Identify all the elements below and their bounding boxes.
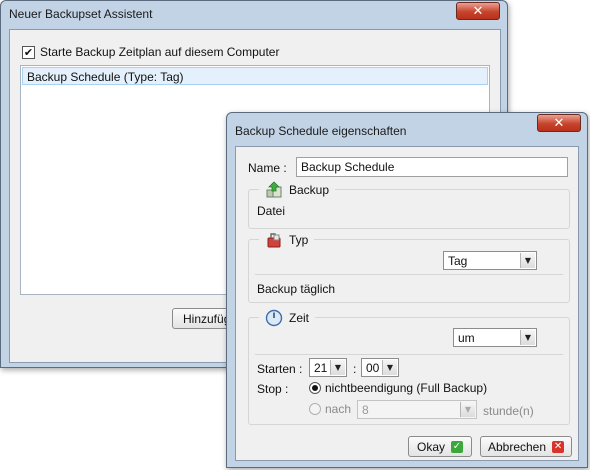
cancel-button-label: Abbrechen bbox=[487, 439, 547, 454]
schedule-name-input[interactable]: Backup Schedule bbox=[296, 157, 568, 177]
cancel-icon: ✕ bbox=[552, 440, 565, 453]
name-label: Name : bbox=[248, 161, 287, 175]
start-hour-value: 21 bbox=[314, 360, 328, 375]
type-description: Backup täglich bbox=[257, 282, 336, 296]
clock-icon bbox=[265, 309, 283, 327]
check-icon: ✓ bbox=[451, 440, 463, 453]
type-select[interactable]: Tag ▼ bbox=[443, 251, 537, 270]
run-schedule-label: Starte Backup Zeitplan auf diesem Comput… bbox=[40, 45, 280, 59]
cancel-button[interactable]: Abbrechen ✕ bbox=[480, 436, 572, 457]
stop-after-option[interactable]: nach bbox=[309, 402, 351, 416]
stop-after-hours-value: 8 bbox=[362, 402, 369, 417]
stop-never-label: nichtbeendigung (Full Backup) bbox=[325, 381, 488, 395]
stop-after-label: nach bbox=[325, 402, 352, 416]
chevron-down-icon[interactable]: ▼ bbox=[330, 360, 345, 375]
type-group-title: Typ bbox=[289, 233, 309, 247]
stop-never-option[interactable]: nichtbeendigung (Full Backup) bbox=[309, 381, 487, 395]
dialog-close-button[interactable]: ✕ bbox=[537, 114, 581, 132]
schedule-list-item[interactable]: Backup Schedule (Type: Tag) bbox=[22, 67, 488, 85]
run-schedule-checkbox[interactable]: ✔ bbox=[22, 45, 35, 59]
wizard-close-button[interactable]: ✕ bbox=[456, 2, 500, 20]
start-minute-value: 00 bbox=[366, 360, 380, 375]
backup-group-header: Backup bbox=[259, 181, 336, 199]
backup-group-title: Backup bbox=[289, 183, 330, 197]
okay-button-label: Okay bbox=[416, 439, 445, 454]
time-colon: : bbox=[353, 362, 357, 376]
time-group: Zeit um ▼ Starten : 21 ▼ : 00 ▼ Stop : n… bbox=[248, 309, 570, 425]
stop-after-radio[interactable] bbox=[309, 403, 321, 415]
stop-never-radio[interactable] bbox=[309, 382, 321, 394]
stop-after-hours-select[interactable]: 8 ▼ bbox=[357, 400, 477, 419]
wizard-window-title: Neuer Backupset Assistent bbox=[9, 7, 153, 21]
chevron-down-icon[interactable]: ▼ bbox=[460, 402, 475, 417]
type-separator bbox=[255, 274, 563, 275]
time-mode-select[interactable]: um ▼ bbox=[453, 328, 537, 347]
backup-group: Backup Datei bbox=[248, 181, 570, 229]
chevron-down-icon[interactable]: ▼ bbox=[382, 360, 397, 375]
type-group: Typ Tag ▼ Backup täglich bbox=[248, 231, 570, 303]
dialog-client-area: Name : Backup Schedule Backup Datei Typ … bbox=[235, 146, 579, 461]
type-icon bbox=[265, 231, 283, 249]
type-group-header: Typ bbox=[259, 231, 315, 249]
start-label: Starten : bbox=[257, 362, 303, 376]
type-select-value: Tag bbox=[448, 253, 468, 268]
time-mode-value: um bbox=[458, 330, 475, 345]
okay-button[interactable]: Okay ✓ bbox=[408, 436, 472, 457]
stop-after-unit: stunde(n) bbox=[483, 404, 534, 418]
time-group-title: Zeit bbox=[289, 311, 310, 325]
stop-label: Stop : bbox=[257, 382, 289, 396]
start-minute-select[interactable]: 00 ▼ bbox=[361, 358, 399, 377]
time-separator-line bbox=[255, 354, 563, 355]
dialog-title: Backup Schedule eigenschaften bbox=[235, 124, 407, 138]
start-hour-select[interactable]: 21 ▼ bbox=[309, 358, 347, 377]
schedule-properties-dialog: Backup Schedule eigenschaften ✕ Name : B… bbox=[226, 112, 588, 468]
backup-icon bbox=[265, 181, 283, 199]
chevron-down-icon[interactable]: ▼ bbox=[520, 330, 535, 345]
backup-source-value: Datei bbox=[257, 204, 286, 218]
run-schedule-option[interactable]: ✔ Starte Backup Zeitplan auf diesem Comp… bbox=[22, 45, 279, 59]
time-group-header: Zeit bbox=[259, 309, 316, 327]
chevron-down-icon[interactable]: ▼ bbox=[520, 253, 535, 268]
